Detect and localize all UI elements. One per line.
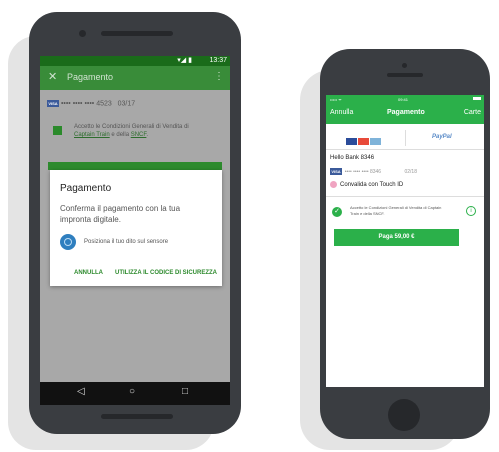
cancel-button[interactable]: Annulla [330,109,353,116]
terms-prefix: Accetto le Condizioni Generali di Vendit… [74,124,189,130]
page-title: Pagamento [387,109,425,116]
divider [326,196,484,197]
recents-icon[interactable]: □ [182,386,188,397]
touch-id-option[interactable]: Convalida con Touch ID [330,181,403,188]
touch-id-label: Convalida con Touch ID [340,182,404,189]
tab-paypal[interactable]: PayPal [432,134,452,140]
segment-divider [405,130,406,146]
android-app-bar: ✕ Pagamento ⋮ [40,66,230,90]
mastercard-icon [358,138,369,146]
android-nav-bar: ◁ ○ □ [40,382,230,405]
saved-card-row[interactable]: VISA •••• •••• •••• 4523 03/17 [47,100,135,107]
close-icon[interactable]: ✕ [48,70,57,83]
visa-icon: VISA [330,168,342,175]
tab-card[interactable] [346,133,382,151]
home-button[interactable] [388,399,420,431]
info-icon[interactable]: i [466,206,476,216]
terms-end: . [146,132,149,138]
android-phone: ▾◢ ▮ 13:37 ✕ Pagamento ⋮ VISA •••• •••• … [29,12,241,434]
terms-checkbox[interactable]: ✓ [332,207,342,217]
bank-name: Hello Bank 8346 [330,155,375,161]
cancel-button[interactable]: ANNULLA [74,270,103,276]
iphone-screen: ••••• ᯤ 09:41 Annulla Pagamento Carte Pa… [326,95,484,387]
card-number: •••• •••• •••• 8346 [344,168,382,175]
iphone-speaker [387,73,423,77]
battery-icon [473,97,481,100]
status-time: 13:37 [209,57,227,64]
carrier-signal: ••••• ᯤ [330,97,342,102]
ios-status-bar: ••••• ᯤ 09:41 [326,95,484,104]
card-expiry: 03/17 [117,100,136,108]
android-screen: ▾◢ ▮ 13:37 ✕ Pagamento ⋮ VISA •••• •••• … [40,56,230,405]
saved-card-row[interactable]: VISA •••• •••• •••• 8346 02/18 [330,168,417,175]
fingerprint-dialog: Pagamento Conferma il pagamento con la t… [50,170,222,286]
signal-battery-icon: ▾◢ ▮ [177,57,192,64]
android-bottom-speaker [101,414,173,419]
android-speaker [101,31,173,36]
dialog-message: Conferma il pagamento con la tua impront… [60,204,181,224]
cards-button[interactable]: Carte [464,109,481,116]
iphone-camera [402,63,407,68]
amex-icon [370,138,381,146]
card-number: •••• •••• •••• 4523 [60,100,112,108]
payment-method-selector: PayPal [326,127,484,150]
terms-checkbox[interactable] [53,126,62,135]
iphone: ••••• ᯤ 09:41 Annulla Pagamento Carte Pa… [320,49,490,439]
visa-icon: VISA [47,100,59,107]
ios-nav-bar: Annulla Pagamento Carte [326,104,484,124]
status-time: 09:41 [398,97,409,102]
pay-button[interactable]: Paga 59,00 € [334,229,459,246]
fingerprint-icon [60,234,76,250]
terms-mid: e della [111,132,130,138]
touch-id-icon [330,181,337,188]
fingerprint-hint: Posiziona il tuo dito sul sensore [84,239,169,245]
android-status-bar: ▾◢ ▮ 13:37 [40,56,230,66]
visa-icon [346,138,357,146]
sncf-link[interactable]: SNCF [131,132,147,138]
page-title: Pagamento [67,72,114,82]
use-security-code-button[interactable]: UTILIZZA IL CODICE DI SICUREZZA [115,270,217,276]
android-camera [79,30,86,37]
terms-text: Accetto le Condizioni Generali di Vendit… [74,123,214,139]
terms-text: Accetto le Condizioni Generali di Vendit… [350,205,442,216]
home-icon[interactable]: ○ [129,386,135,397]
captain-train-link[interactable]: Captain Train [74,132,110,138]
card-expiry: 02/18 [404,168,417,175]
dialog-title: Pagamento [60,183,112,194]
back-icon[interactable]: ◁ [77,386,85,397]
pay-button-background [48,162,222,170]
more-menu-icon[interactable]: ⋮ [214,71,224,82]
